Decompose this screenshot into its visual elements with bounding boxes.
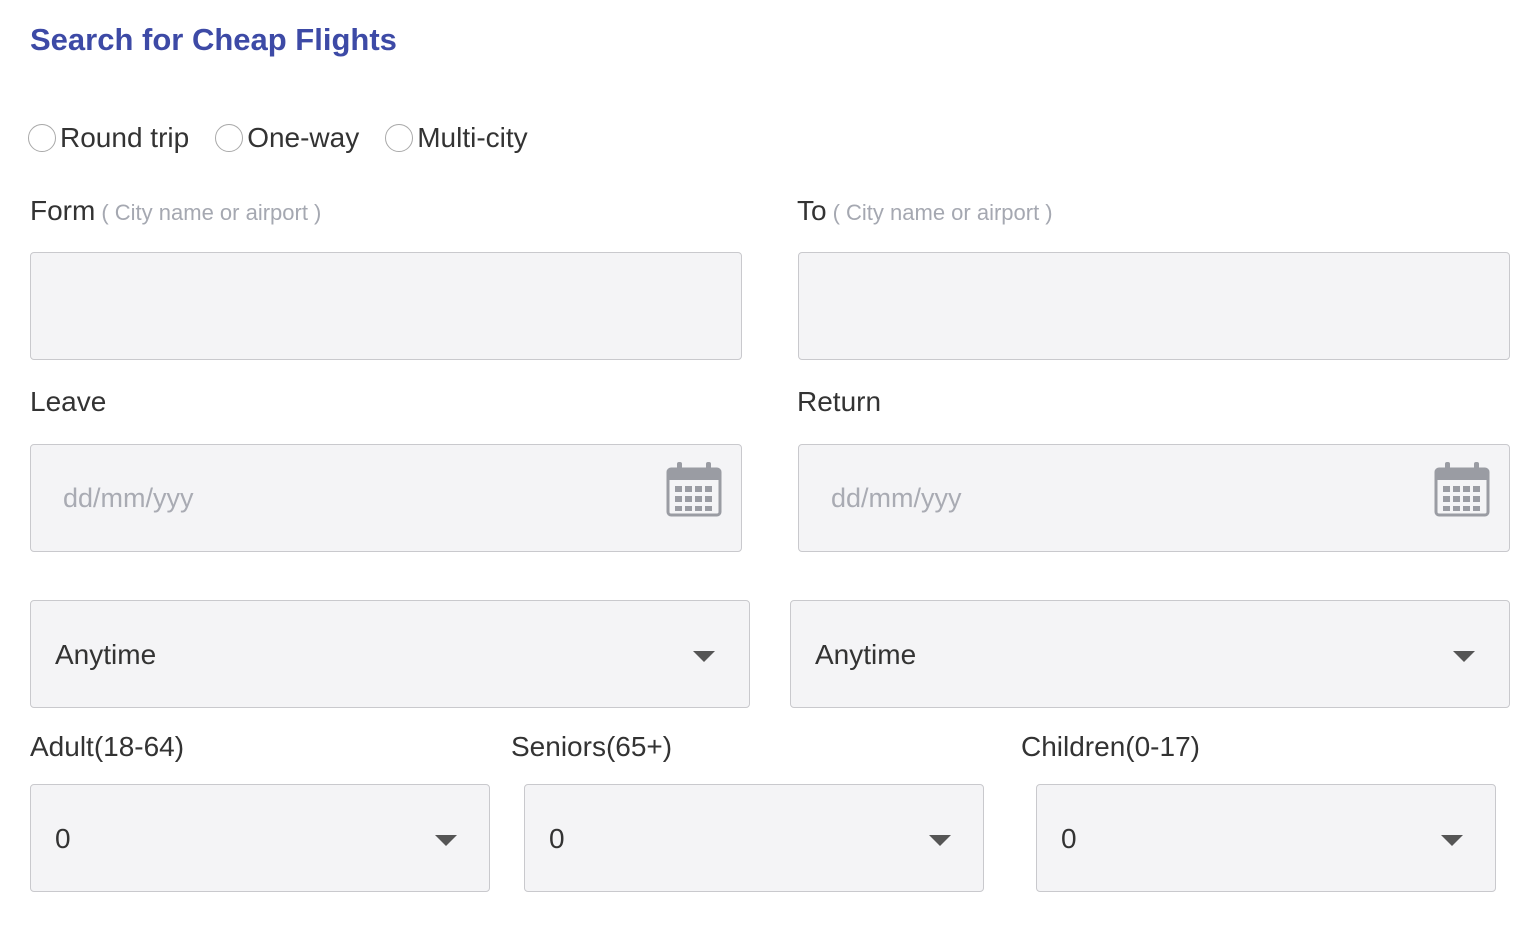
from-hint: ( City name or airport ) — [101, 200, 322, 225]
round-trip-label: Round trip — [60, 122, 190, 153]
adult-label: Adult(18-64) — [30, 731, 185, 762]
to-label: To — [797, 195, 827, 226]
leave-time-value: Anytime — [55, 639, 157, 670]
seniors-label: Seniors(65+) — [511, 731, 673, 762]
chevron-down-icon[interactable] — [929, 835, 951, 846]
trip-option-round-trip[interactable]: Round trip — [28, 122, 189, 154]
leave-date-input[interactable]: dd/mm/yyy — [30, 444, 742, 552]
multi-city-label: Multi-city — [417, 122, 528, 153]
one-way-radio[interactable] — [215, 124, 244, 152]
trip-type-group: Round trip One-way Multi-city — [28, 122, 554, 154]
leave-label: Leave — [30, 386, 107, 417]
calendar-icon[interactable] — [665, 461, 723, 519]
flight-search-form: Search for Cheap Flights Round trip One-… — [0, 0, 1530, 950]
from-label-group: Form( City name or airport ) — [30, 195, 321, 227]
chevron-down-icon[interactable] — [435, 835, 457, 846]
leave-time-select[interactable]: Anytime — [30, 600, 750, 708]
calendar-icon[interactable] — [1433, 461, 1491, 519]
round-trip-radio[interactable] — [28, 124, 56, 152]
trip-option-multi-city[interactable]: Multi-city — [385, 122, 528, 154]
from-input[interactable] — [30, 252, 742, 360]
children-label: Children(0-17) — [1021, 731, 1200, 762]
return-date-placeholder: dd/mm/yyy — [831, 483, 962, 513]
leave-date-placeholder: dd/mm/yyy — [63, 483, 194, 513]
return-time-value: Anytime — [815, 639, 917, 670]
seniors-count-select[interactable]: 0 — [524, 784, 984, 892]
to-label-group: To( City name or airport ) — [797, 195, 1053, 227]
children-count-select[interactable]: 0 — [1036, 784, 1496, 892]
chevron-down-icon[interactable] — [1441, 835, 1463, 846]
return-time-select[interactable]: Anytime — [790, 600, 1510, 708]
chevron-down-icon[interactable] — [1453, 651, 1475, 662]
adult-count-value: 0 — [55, 823, 71, 854]
to-hint: ( City name or airport ) — [832, 200, 1053, 225]
return-date-input[interactable]: dd/mm/yyy — [798, 444, 1510, 552]
one-way-label: One-way — [247, 122, 360, 153]
from-label: Form — [30, 195, 96, 226]
to-input[interactable] — [798, 252, 1510, 360]
trip-option-one-way[interactable]: One-way — [215, 122, 359, 154]
adult-count-select[interactable]: 0 — [30, 784, 490, 892]
multi-city-radio[interactable] — [385, 124, 414, 152]
chevron-down-icon[interactable] — [693, 651, 715, 662]
page-title: Search for Cheap Flights — [30, 22, 397, 57]
seniors-count-value: 0 — [549, 823, 565, 854]
children-count-value: 0 — [1061, 823, 1077, 854]
return-label: Return — [797, 386, 882, 417]
